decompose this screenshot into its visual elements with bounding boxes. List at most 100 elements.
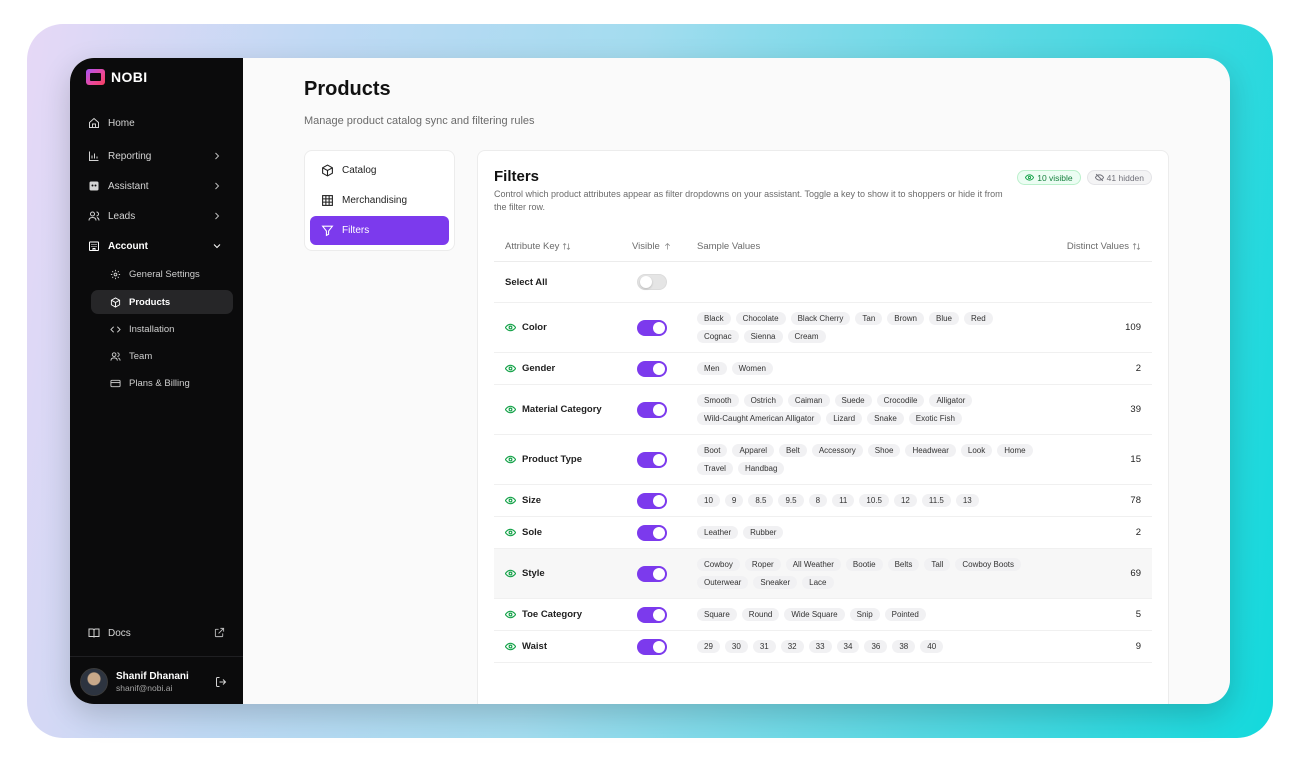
sample-chip: 31 [752,640,776,653]
visible-cell [632,492,697,509]
hidden-count: 41 hidden [1106,172,1144,183]
logo[interactable]: NOBI [86,69,148,85]
eye-icon [505,405,516,414]
sidebar-item-reporting[interactable]: Reporting [80,141,233,171]
sample-chip: Suede [834,394,872,407]
filter-count-badges: 10 visible 41 hidden [1017,170,1152,185]
sort-icon [1132,242,1141,250]
sample-chip: 11 [832,494,855,507]
visible-count-badge: 10 visible [1017,170,1081,185]
users-icon [88,210,100,222]
visibility-toggle[interactable] [637,565,667,582]
sample-chip: Pointed [884,608,926,621]
chevron-right-icon [215,152,220,160]
attribute-rows: Color Black Chocolate Black Cherry Tan Brown B… [494,303,1152,663]
sidebar-subitem-team[interactable]: Team [91,343,233,370]
attribute-key: Toe Category [522,609,583,620]
sidebar-item-label: Reporting [108,150,152,162]
attribute-key-cell: Product Type [494,454,632,465]
sample-chip: Brown [887,312,924,325]
attribute-key-cell: Gender [494,363,632,374]
table-row: Style Cowboy Roper All Weather Bootie Belts Ta… [494,549,1152,599]
filter-icon [320,224,334,238]
sample-chip: Men [697,362,727,375]
sidebar-item-label: Leads [108,210,136,222]
visibility-toggle[interactable] [637,606,667,623]
eye-icon [1025,174,1035,181]
sidebar-subitem-general-settings[interactable]: General Settings [91,261,233,288]
sample-chip: Square [697,608,737,621]
user-profile[interactable]: Shanif Dhanani shanif@nobi.ai [80,668,233,696]
attribute-key: Gender [522,363,556,374]
sidebar-item-account[interactable]: Account [80,231,233,261]
sample-chip: Belt [779,444,807,457]
sample-chip: 30 [724,640,748,653]
table-row: Size 10 9 8.5 9.5 8 11 10.5 12 11.5 13 78 [494,485,1152,517]
code-icon [109,324,121,336]
external-link-icon [214,627,225,638]
tab-merchandising[interactable]: Merchandising [310,186,449,215]
tab-catalog[interactable]: Catalog [310,156,449,185]
visibility-toggle[interactable] [637,360,667,377]
sample-chips: Cowboy Roper All Weather Bootie Belts Tall Cow… [697,549,1037,598]
visibility-toggle[interactable] [637,524,667,541]
sidebar-item-assistant[interactable]: Assistant [80,171,233,201]
sample-chip: Rubber [743,526,784,539]
sample-chip: 40 [920,640,944,653]
sidebar: NOBI Home Reporting Assistant Leads Acco… [70,58,243,704]
logout-icon[interactable] [215,676,227,688]
sample-chip: Tan [855,312,883,325]
visibility-toggle[interactable] [637,319,667,336]
sample-chip: Round [741,608,780,621]
sample-chip: Outerwear [697,576,749,589]
sample-chip: Caiman [787,394,830,407]
sample-chip: Cognac [697,330,739,343]
sample-chip: Alligator [929,394,973,407]
sample-chip: Belts [887,558,920,571]
sidebar-item-docs[interactable]: Docs [88,624,225,642]
sample-chip: 38 [892,640,916,653]
sidebar-item-leads[interactable]: Leads [80,201,233,231]
visible-cell [632,360,697,377]
sample-chip: Snake [867,412,904,425]
attribute-key: Material Category [522,404,602,415]
sample-chip: 32 [780,640,804,653]
sidebar-subitem-products[interactable]: Products [91,290,233,314]
sample-chip: Accessory [811,444,863,457]
select-all-toggle[interactable] [637,274,667,290]
attribute-key-cell: Material Category [494,404,632,415]
sample-chip: Cowboy Boots [955,558,1021,571]
column-label: Attribute Key [505,240,560,252]
sort-asc-icon [664,242,670,249]
sidebar-subitem-label: General Settings [129,269,200,280]
tab-filters[interactable]: Filters [310,216,449,245]
column-visible[interactable]: Visible [632,241,697,252]
eye-icon [505,528,516,537]
page-title: Products [304,78,391,100]
distinct-count: 2 [1135,363,1141,374]
sidebar-subitem-installation[interactable]: Installation [91,316,233,343]
visibility-toggle[interactable] [637,401,667,418]
attribute-key-cell: Sole [494,527,632,538]
table-row: Material Category Smooth Ostrich Caiman Sued… [494,385,1152,435]
sidebar-subitem-label: Plans & Billing [129,378,190,389]
app-window: NOBI Home Reporting Assistant Leads Acco… [70,58,1230,704]
sidebar-subitem-label: Products [129,296,171,308]
gear-icon [109,269,121,281]
sidebar-item-label: Account [108,240,148,252]
distinct-count: 5 [1135,609,1141,620]
sidebar-item-home[interactable]: Home [80,108,233,138]
column-label: Sample Values [697,240,761,252]
visible-cell [632,606,697,623]
visibility-toggle[interactable] [637,492,667,509]
distinct-count: 69 [1130,568,1141,579]
sample-chip: Leather [697,526,739,539]
column-distinct-values[interactable]: Distinct Values [1052,241,1152,252]
select-all-row: Select All [494,262,1152,303]
sidebar-item-label: Home [108,117,135,129]
visibility-toggle[interactable] [637,638,667,655]
sample-chip: Cowboy [697,558,740,571]
column-attribute-key[interactable]: Attribute Key [494,241,632,252]
sidebar-subitem-plans-billing[interactable]: Plans & Billing [91,370,233,397]
visibility-toggle[interactable] [637,451,667,468]
